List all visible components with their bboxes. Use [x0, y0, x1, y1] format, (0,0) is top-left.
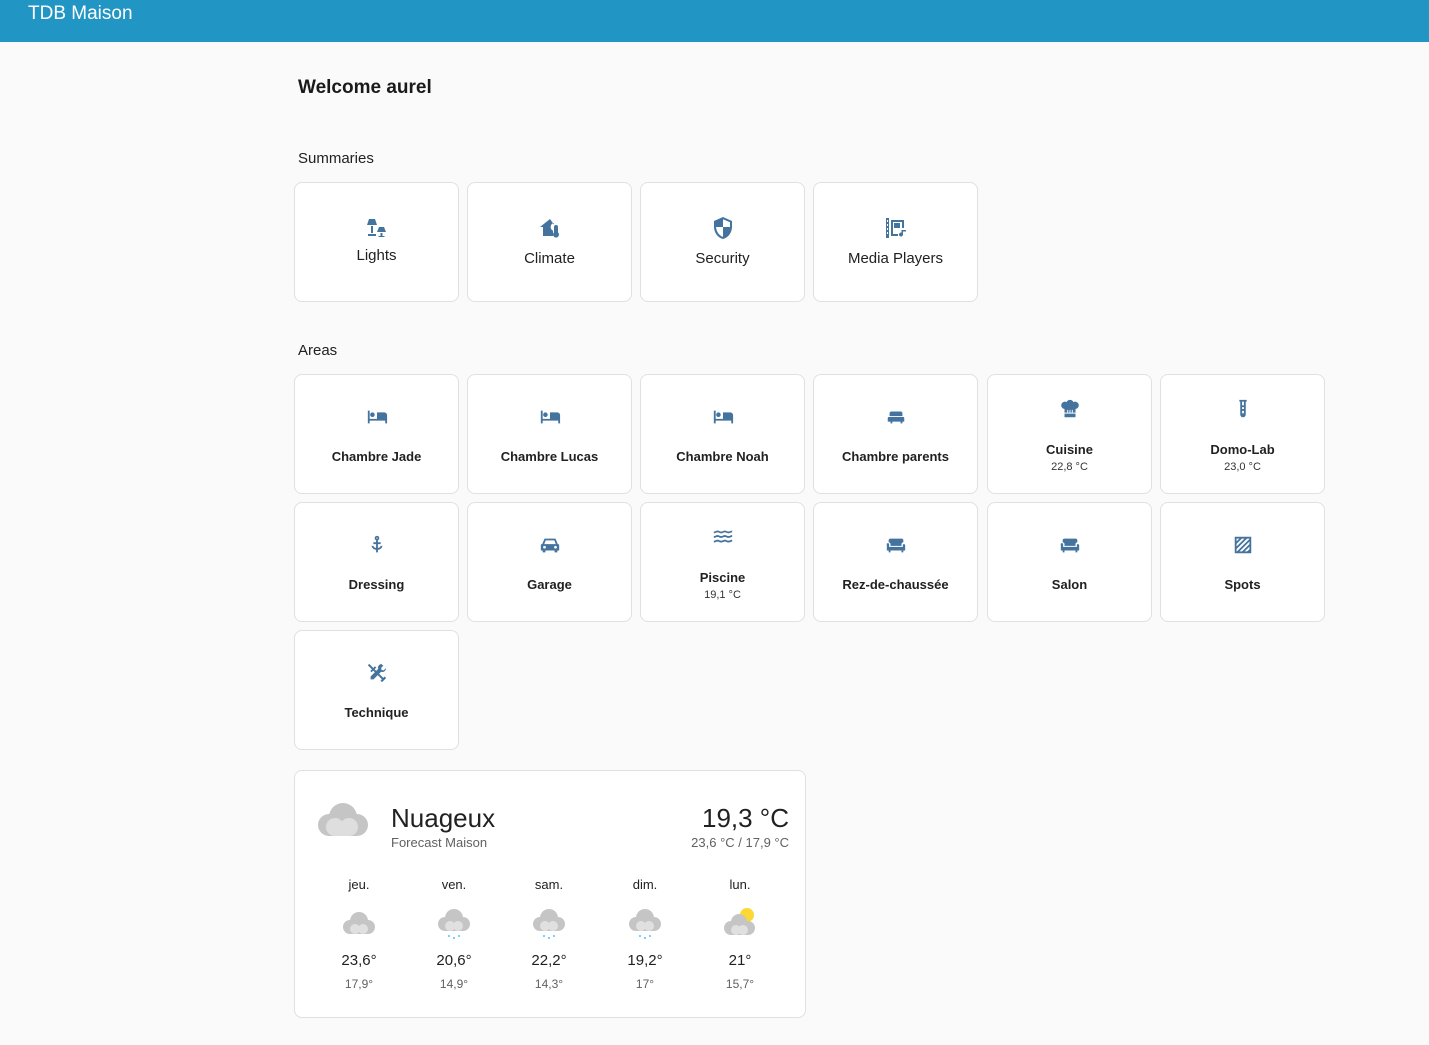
- weather-temperature: 19,3 °C: [701, 803, 789, 833]
- area-chambre-parents-card[interactable]: Chambre parents: [813, 374, 978, 494]
- area-spots-card[interactable]: Spots: [1160, 502, 1325, 622]
- car-icon: [468, 534, 631, 558]
- summary-security-card[interactable]: Security: [640, 182, 805, 302]
- forecast-low: 15,7°: [725, 977, 755, 991]
- forecast-day: ven. 20,6° 14,9°: [414, 877, 494, 991]
- area-cuisine-card[interactable]: Cuisine 22,8 °C: [987, 374, 1152, 494]
- forecast-low: 14,3°: [534, 977, 564, 991]
- lamps-icon: [295, 216, 458, 240]
- area-salon-card[interactable]: Salon: [987, 502, 1152, 622]
- bed-small-icon: [814, 406, 977, 430]
- bed-icon: [468, 406, 631, 430]
- area-chambre-noah-label: Chambre Noah: [676, 449, 769, 464]
- forecast-low: 17°: [635, 977, 655, 991]
- area-cuisine-temperature: 22,8 °C: [1051, 461, 1088, 473]
- rainy-icon: [533, 909, 565, 939]
- area-domo-lab-label: Domo-Lab: [1210, 442, 1275, 457]
- area-salon-label: Salon: [1051, 577, 1088, 592]
- forecast-day: dim. 19,2° 17°: [605, 877, 685, 991]
- forecast-low: 14,9°: [439, 977, 469, 991]
- sofa-icon: [988, 534, 1151, 558]
- summary-media-players-card[interactable]: Media Players: [813, 182, 978, 302]
- summary-lights-card[interactable]: Lights: [294, 182, 459, 302]
- area-spots-label: Spots: [1224, 577, 1261, 592]
- summary-lights-label: Lights: [356, 247, 397, 264]
- area-domo-lab-temperature: 23,0 °C: [1224, 461, 1261, 473]
- summary-media-players-label: Media Players: [847, 250, 944, 267]
- forecast-high: 20,6°: [436, 952, 472, 969]
- app-title: TDB Maison: [28, 3, 133, 24]
- waves-icon: [641, 526, 804, 550]
- areas-heading: Areas: [298, 342, 338, 359]
- weather-entity-name: Forecast Maison: [391, 835, 488, 850]
- area-domo-lab-card[interactable]: Domo-Lab 23,0 °C: [1160, 374, 1325, 494]
- area-rez-de-chaussee-label: Rez-de-chaussée: [842, 577, 949, 592]
- shield-icon: [641, 216, 804, 240]
- multimedia-icon: [814, 216, 977, 240]
- rainy-icon: [629, 909, 661, 939]
- area-dressing-card[interactable]: Dressing: [294, 502, 459, 622]
- forecast-high: 23,6°: [341, 952, 377, 969]
- area-rez-de-chaussee-card[interactable]: Rez-de-chaussée: [813, 502, 978, 622]
- area-chambre-lucas-card[interactable]: Chambre Lucas: [467, 374, 632, 494]
- forecast-day-label: dim.: [632, 877, 658, 892]
- forecast-high: 22,2°: [531, 952, 567, 969]
- chef-hat-icon: [988, 398, 1151, 422]
- weather-temperature-range: 23,6 °C / 17,9 °C: [691, 835, 789, 850]
- bed-icon: [641, 406, 804, 430]
- test-tube-icon: [1161, 398, 1324, 422]
- weather-condition: Nuageux: [391, 803, 496, 833]
- forecast-day-label: ven.: [441, 877, 467, 892]
- partly-cloudy-icon: [724, 908, 755, 935]
- area-garage-label: Garage: [527, 577, 572, 592]
- hanger-icon: [295, 534, 458, 558]
- area-piscine-card[interactable]: Piscine 19,1 °C: [640, 502, 805, 622]
- area-chambre-noah-card[interactable]: Chambre Noah: [640, 374, 805, 494]
- forecast-day: sam. 22,2° 14,3°: [509, 877, 589, 991]
- area-piscine-temperature: 19,1 °C: [704, 589, 741, 601]
- sofa-icon: [814, 534, 977, 558]
- area-piscine-label: Piscine: [699, 570, 746, 585]
- bed-icon: [295, 406, 458, 430]
- texture-box-icon: [1161, 534, 1324, 558]
- summaries-heading: Summaries: [298, 150, 374, 167]
- area-garage-card[interactable]: Garage: [467, 502, 632, 622]
- cloudy-icon: [343, 912, 375, 934]
- summary-climate-label: Climate: [524, 250, 575, 267]
- forecast-day: jeu. 23,6° 17,9°: [319, 877, 399, 991]
- area-dressing-label: Dressing: [348, 577, 405, 592]
- forecast-day: lun. 21° 15,7°: [700, 877, 780, 991]
- area-technique-card[interactable]: Technique: [294, 630, 459, 750]
- forecast-day-label: jeu.: [348, 877, 370, 892]
- summary-security-label: Security: [695, 250, 750, 267]
- area-chambre-parents-label: Chambre parents: [842, 449, 949, 464]
- area-chambre-jade-label: Chambre Jade: [331, 449, 422, 464]
- forecast-day-label: sam.: [534, 877, 564, 892]
- area-chambre-lucas-label: Chambre Lucas: [500, 449, 599, 464]
- rainy-icon: [438, 909, 470, 939]
- area-cuisine-label: Cuisine: [1046, 442, 1093, 457]
- area-chambre-jade-card[interactable]: Chambre Jade: [294, 374, 459, 494]
- tools-icon: [295, 662, 458, 686]
- weather-forecast-card[interactable]: Nuageux Forecast Maison 19,3 °C 23,6 °C …: [294, 770, 806, 1018]
- forecast-low: 17,9°: [344, 977, 374, 991]
- forecast-day-label: lun.: [729, 877, 751, 892]
- forecast-high: 19,2°: [627, 952, 663, 969]
- summary-climate-card[interactable]: Climate: [467, 182, 632, 302]
- home-thermometer-icon: [468, 216, 631, 240]
- forecast-high: 21°: [728, 952, 752, 969]
- page-title: Welcome aurel: [298, 77, 432, 98]
- cloudy-icon: [318, 803, 368, 836]
- app-header: TDB Maison: [0, 0, 1429, 42]
- area-technique-label: Technique: [344, 705, 409, 720]
